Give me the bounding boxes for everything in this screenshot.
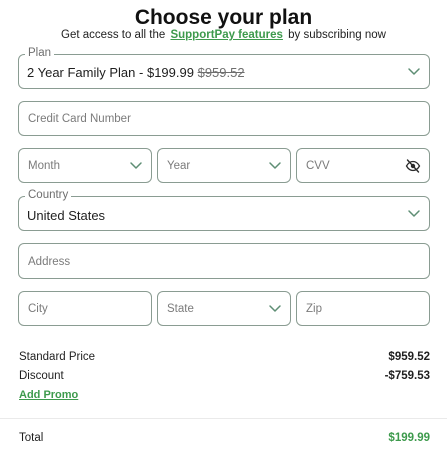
state-placeholder: State: [167, 303, 194, 315]
total-label: Total: [19, 432, 44, 444]
page-title: Choose your plan: [134, 6, 313, 29]
plan-selected-value: 2 Year Family Plan - $199.99 $959.52: [27, 65, 245, 80]
chevron-down-icon: [408, 68, 420, 75]
chevron-down-icon: [269, 162, 281, 169]
plan-original-price: $959.52: [197, 65, 245, 80]
state-select[interactable]: State: [157, 291, 291, 326]
zip-field[interactable]: Zip: [296, 291, 430, 326]
eye-slash-icon[interactable]: [405, 159, 421, 173]
add-promo-link[interactable]: Add Promo: [19, 389, 78, 401]
supportpay-features-link[interactable]: SupportPay features: [170, 29, 282, 41]
credit-card-placeholder: Credit Card Number: [28, 113, 131, 125]
plan-select[interactable]: Plan 2 Year Family Plan - $199.99 $959.5…: [18, 47, 430, 89]
chevron-down-icon: [269, 305, 281, 312]
cvv-field[interactable]: CVV: [296, 148, 430, 183]
zip-placeholder: Zip: [306, 303, 322, 315]
cvv-placeholder: CVV: [306, 160, 330, 172]
month-placeholder: Month: [28, 160, 60, 172]
address-placeholder: Address: [28, 256, 71, 268]
summary-divider: [0, 418, 447, 419]
standard-price-row: Standard Price $959.52: [19, 351, 430, 367]
subtitle-text-end: by subscribing now: [288, 29, 386, 41]
country-legend: Country: [25, 189, 72, 201]
total-row: Total $199.99: [19, 432, 430, 448]
credit-card-number-field[interactable]: Credit Card Number: [18, 101, 430, 136]
page-subtitle: Get access to all the SupportPay feature…: [0, 29, 447, 41]
plan-legend: Plan: [25, 47, 55, 59]
total-value: $199.99: [388, 432, 430, 444]
plan-name: 2 Year Family Plan -: [27, 65, 144, 80]
standard-price-label: Standard Price: [19, 351, 96, 363]
city-field[interactable]: City: [18, 291, 152, 326]
address-field[interactable]: Address: [18, 243, 430, 279]
discount-value: -$759.53: [384, 370, 430, 382]
discount-row: Discount -$759.53: [19, 370, 430, 386]
chevron-down-icon: [130, 162, 142, 169]
plan-price: $199.99: [146, 65, 194, 80]
discount-label: Discount: [19, 370, 64, 382]
city-placeholder: City: [28, 303, 48, 315]
country-select[interactable]: Country United States: [18, 189, 430, 231]
country-value: United States: [27, 208, 106, 223]
year-placeholder: Year: [167, 160, 191, 172]
chevron-down-icon: [408, 210, 420, 217]
subtitle-text-start: Get access to all the: [61, 29, 166, 41]
year-select[interactable]: Year: [157, 148, 291, 183]
standard-price-value: $959.52: [388, 351, 430, 363]
month-select[interactable]: Month: [18, 148, 152, 183]
